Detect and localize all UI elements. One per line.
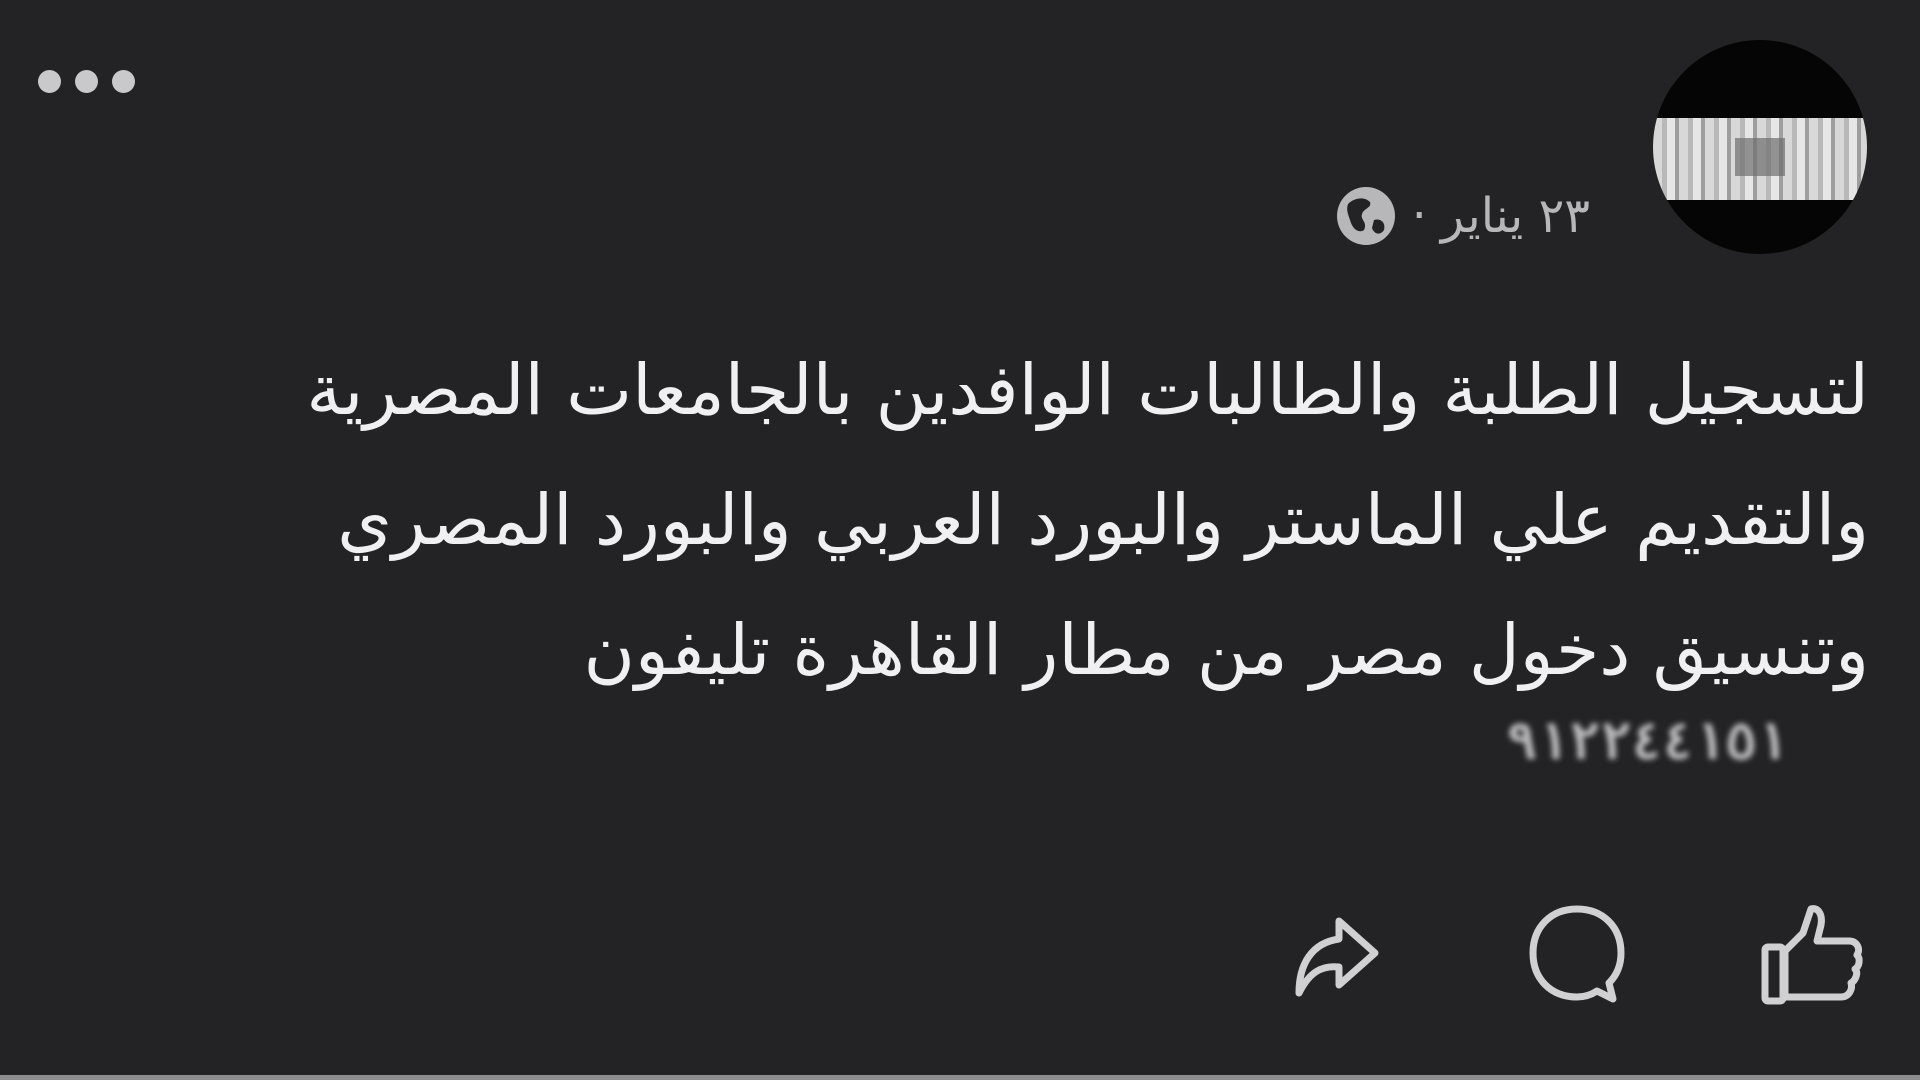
post-line: لتسجيل الطلبة والطالبات الوافدين بالجامع… — [306, 349, 1869, 431]
comment-button[interactable] — [1517, 895, 1637, 1015]
more-dot-icon — [75, 69, 98, 93]
comment-icon — [1529, 905, 1625, 1003]
more-dot-icon — [38, 69, 61, 93]
post-date[interactable]: ٢٣ يناير — [1441, 188, 1590, 244]
thumbs-up-icon — [1761, 905, 1863, 1005]
more-dot-icon — [112, 69, 135, 93]
post-card: ٢٣ يناير · لتسجيل الطلبة والطالبات الواف… — [0, 0, 1920, 1080]
post-line: وتنسيق دخول مصر من مطار القاهرة تليفون — [583, 609, 1869, 691]
avatar-mark — [1735, 138, 1785, 176]
bottom-divider — [0, 1075, 1920, 1080]
globe-icon — [1336, 187, 1395, 245]
post-actions — [0, 895, 1920, 1015]
phone-number: ٩١٢٢٤٤١٥١ — [1506, 712, 1788, 772]
avatar[interactable] — [1653, 40, 1867, 254]
post-meta: ٢٣ يناير · — [1334, 182, 1590, 250]
share-button[interactable] — [1277, 895, 1397, 1015]
like-button[interactable] — [1755, 895, 1875, 1015]
more-options-button[interactable] — [38, 64, 148, 98]
post-body: لتسجيل الطلبة والطالبات الوافدين بالجامع… — [189, 325, 1869, 715]
post-line: والتقديم علي الماستر والبورد العربي والب… — [337, 479, 1869, 561]
meta-separator: · — [1411, 188, 1427, 244]
share-icon — [1295, 917, 1379, 997]
